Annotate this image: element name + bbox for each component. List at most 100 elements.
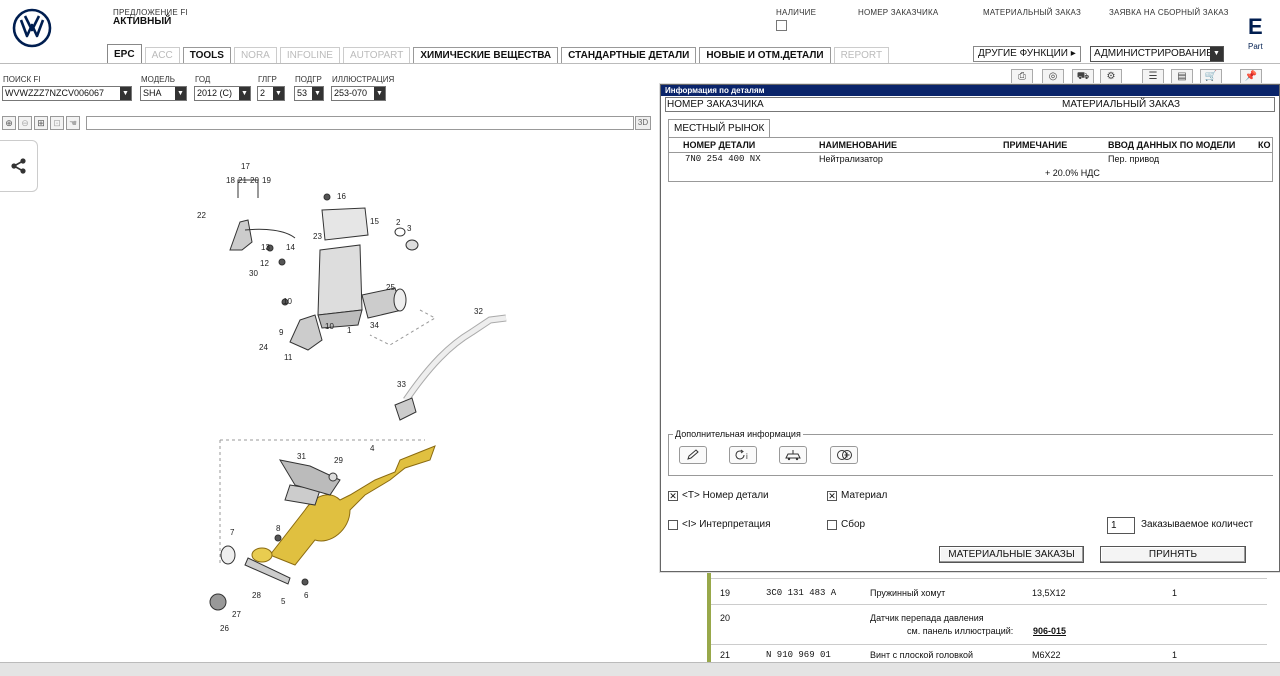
zoom-search-input[interactable]: [86, 116, 634, 130]
main-group-select[interactable]: 2 ▼: [257, 86, 285, 101]
callout-2[interactable]: 2: [396, 218, 401, 227]
doc-icon[interactable]: ▤: [1171, 69, 1193, 85]
callout-27[interactable]: 27: [232, 610, 241, 619]
callout-17[interactable]: 17: [241, 162, 250, 171]
chevron-down-icon[interactable]: ▼: [239, 87, 250, 100]
chevron-down-icon[interactable]: ▼: [1210, 47, 1223, 61]
callout-10b[interactable]: 10: [325, 322, 334, 331]
callout-14[interactable]: 14: [286, 243, 295, 252]
view-3d-button[interactable]: 3D: [635, 116, 651, 130]
sub-group-select[interactable]: 53 ▼: [294, 86, 324, 101]
callout-33[interactable]: 33: [397, 380, 406, 389]
checkbox-icon[interactable]: [827, 520, 837, 530]
tab-infoline[interactable]: INFOLINE: [279, 47, 340, 64]
callout-28[interactable]: 28: [252, 591, 261, 600]
tab-standard-parts[interactable]: СТАНДАРТНЫЕ ДЕТАЛИ: [561, 47, 697, 64]
callout-34[interactable]: 34: [370, 321, 379, 330]
callout-21[interactable]: 21: [238, 176, 247, 185]
callout-19[interactable]: 19: [262, 176, 271, 185]
zoom-fit-icon[interactable]: ⊞: [34, 116, 48, 130]
callout-8[interactable]: 8: [276, 524, 281, 533]
tab-nora[interactable]: NORA: [233, 47, 277, 64]
add-info-button[interactable]: [830, 446, 858, 464]
parts-illustration[interactable]: 17 18 21 20 19 16 15 22 23 2 3 13 14 12 …: [190, 150, 530, 640]
callout-1[interactable]: 1: [347, 326, 352, 335]
callout-10a[interactable]: 10: [283, 297, 292, 306]
zoom-reset-icon[interactable]: ⊡: [50, 116, 64, 130]
material-order-link[interactable]: МАТЕРИАЛЬНЫЙ ЗАКАЗ: [983, 8, 1081, 17]
checkbox-checked-icon[interactable]: ✕: [668, 491, 678, 501]
year-select[interactable]: 2012 (C) ▼: [194, 86, 251, 101]
search-fi-select[interactable]: WVWZZZ7NZCV006067 ▼: [2, 86, 132, 101]
tab-local-market[interactable]: МЕСТНЫЙ РЫНОК: [668, 119, 771, 137]
callout-11[interactable]: 11: [284, 353, 293, 362]
tab-chemicals[interactable]: ХИМИЧЕСКИЕ ВЕЩЕСТВА: [413, 47, 559, 64]
option-part-number[interactable]: ✕ <T> Номер детали: [668, 490, 769, 502]
list-icon[interactable]: ☰: [1142, 69, 1164, 85]
tab-autopart[interactable]: AUTOPART: [342, 47, 411, 64]
chevron-down-icon[interactable]: ▼: [175, 87, 186, 100]
chevron-down-icon[interactable]: ▼: [312, 87, 323, 100]
callout-16[interactable]: 16: [337, 192, 346, 201]
checkbox-icon[interactable]: [668, 520, 678, 530]
callout-31[interactable]: 31: [297, 452, 306, 461]
callout-12[interactable]: 12: [260, 259, 269, 268]
callout-26[interactable]: 26: [220, 624, 229, 633]
table-row[interactable]: 20 Датчик перепада давления см. панель и…: [711, 604, 1267, 644]
other-functions-button[interactable]: ДРУГИЕ ФУНКЦИИ ▸: [973, 46, 1081, 62]
quantity-input[interactable]: 1: [1107, 517, 1135, 534]
callout-23[interactable]: 23: [313, 232, 322, 241]
chevron-down-icon[interactable]: ▼: [374, 87, 385, 100]
callout-3[interactable]: 3: [407, 224, 412, 233]
cart-icon[interactable]: 🛒: [1200, 69, 1222, 85]
refresh-info-button[interactable]: i: [729, 446, 757, 464]
callout-30[interactable]: 30: [249, 269, 258, 278]
callout-18[interactable]: 18: [226, 176, 235, 185]
tools-icon[interactable]: ⚙: [1100, 69, 1122, 85]
print-icon[interactable]: ⎙: [1011, 69, 1033, 85]
callout-24[interactable]: 24: [259, 343, 268, 352]
customer-number-field[interactable]: НОМЕР ЗАКАЗЧИКА: [667, 98, 764, 111]
callout-20[interactable]: 20: [250, 176, 259, 185]
edit-note-button[interactable]: [679, 446, 707, 464]
material-order-field[interactable]: МАТЕРИАЛЬНЫЙ ЗАКАЗ: [1062, 98, 1180, 111]
option-material[interactable]: ✕ Материал: [827, 490, 887, 502]
illustration-link[interactable]: 906-015: [1033, 626, 1066, 636]
material-orders-button[interactable]: МАТЕРИАЛЬНЫЕ ЗАКАЗЫ: [939, 546, 1084, 563]
tab-epc[interactable]: EPC: [107, 44, 142, 64]
zoom-in-icon[interactable]: ⊕: [2, 116, 16, 130]
callout-4[interactable]: 4: [370, 444, 375, 453]
zoom-out-icon[interactable]: ⊖: [18, 116, 32, 130]
callout-13[interactable]: 13: [261, 243, 270, 252]
callout-7[interactable]: 7: [230, 528, 235, 537]
assembly-order-link[interactable]: ЗАЯВКА НА СБОРНЫЙ ЗАКАЗ: [1109, 8, 1229, 17]
car-icon[interactable]: ⛟: [1072, 69, 1094, 85]
table-row[interactable]: 19 3C0 131 483 A Пружинный хомут 13,5X12…: [711, 578, 1267, 604]
callout-25[interactable]: 25: [386, 283, 395, 292]
callout-9[interactable]: 9: [279, 328, 284, 337]
result-row[interactable]: 7N0 254 400 NX Нейтрализатор Пер. привод: [669, 153, 1272, 167]
option-assembly[interactable]: Сбор: [827, 519, 865, 531]
tab-acc[interactable]: ACC: [144, 47, 180, 64]
share-button[interactable]: [0, 140, 38, 192]
callout-22[interactable]: 22: [197, 211, 206, 220]
chevron-down-icon[interactable]: ▼: [273, 87, 284, 100]
tab-tools[interactable]: TOOLS: [182, 47, 231, 64]
checkbox-checked-icon[interactable]: ✕: [827, 491, 837, 501]
vehicle-info-button[interactable]: [779, 446, 807, 464]
callout-15[interactable]: 15: [370, 217, 379, 226]
tab-report[interactable]: REPORT: [833, 47, 890, 64]
callout-29[interactable]: 29: [334, 456, 343, 465]
settings-icon[interactable]: ◎: [1042, 69, 1064, 85]
chevron-down-icon[interactable]: ▼: [120, 87, 131, 100]
availability-checkbox[interactable]: [776, 20, 787, 31]
option-interpretation[interactable]: <I> Интерпретация: [668, 519, 771, 531]
admin-select[interactable]: АДМИНИСТРИРОВАНИЕ ▼: [1090, 46, 1224, 62]
model-select[interactable]: SHA ▼: [140, 86, 187, 101]
callout-32[interactable]: 32: [474, 307, 483, 316]
pin-icon[interactable]: 📌: [1240, 69, 1262, 85]
callout-5[interactable]: 5: [281, 597, 286, 606]
hand-icon[interactable]: ☚: [66, 116, 80, 130]
accept-button[interactable]: ПРИНЯТЬ: [1100, 546, 1246, 563]
customer-number-link[interactable]: НОМЕР ЗАКАЗЧИКА: [858, 8, 938, 17]
